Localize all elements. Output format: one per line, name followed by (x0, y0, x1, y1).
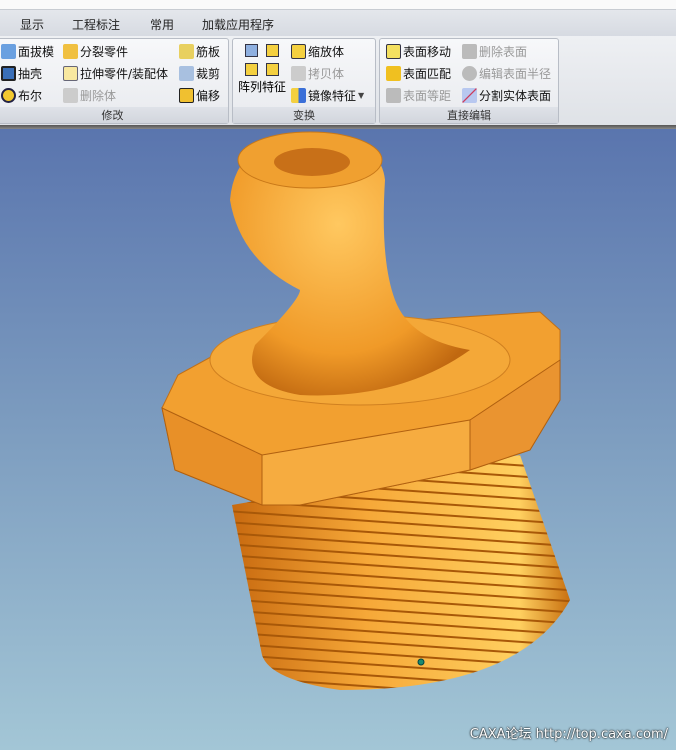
split-face-button[interactable]: 分割实体表面 (462, 85, 551, 105)
split-face-icon (462, 87, 477, 103)
label: 表面等距 (403, 88, 452, 103)
face-offset-button[interactable]: 表面等距 (386, 85, 451, 105)
label: 拉伸零件/装配体 (80, 66, 169, 81)
label: 编辑表面半径 (479, 66, 552, 81)
copy-icon (291, 65, 306, 81)
boolean-icon (1, 87, 16, 103)
3d-viewport[interactable]: CAXA论坛 http://top.caxa.com/ (0, 129, 676, 750)
label: 面拔模 (18, 44, 55, 59)
origin-marker (417, 658, 425, 666)
tab-common[interactable]: 常用 (150, 16, 174, 33)
scale-body-button[interactable]: 缩放体 (291, 41, 344, 61)
trim-button[interactable]: 裁剪 (179, 63, 220, 83)
ribbon: 面拔模 抽壳 布尔 分裂零件 拉伸零件/装配体 删除体 筋板 裁剪 偏移 修改 … (0, 36, 676, 125)
label: 分割实体表面 (479, 88, 552, 103)
group-modify: 面拔模 抽壳 布尔 分裂零件 拉伸零件/装配体 删除体 筋板 裁剪 偏移 修改 (0, 38, 229, 124)
pattern-icon (245, 44, 279, 76)
label: 拷贝体 (308, 66, 345, 81)
group-title: 变换 (233, 107, 375, 123)
label: 表面移动 (403, 44, 452, 59)
shell-button[interactable]: 抽壳 (1, 63, 42, 83)
delete-face-icon (462, 43, 477, 59)
label: 删除体 (80, 88, 117, 103)
watermark: CAXA论坛 http://top.caxa.com/ (469, 727, 668, 742)
delete-body-button[interactable]: 删除体 (63, 85, 116, 105)
title-bar (0, 0, 676, 9)
group-transform: 阵列特征 缩放体 拷贝体 镜像特征 ▼ 变换 (232, 38, 376, 124)
offset-button[interactable]: 偏移 (179, 85, 220, 105)
label: 裁剪 (196, 66, 221, 81)
rib-icon (179, 43, 194, 59)
label: 删除表面 (479, 44, 528, 59)
scale-icon (291, 43, 306, 59)
label: 布尔 (18, 88, 43, 103)
group-direct-edit: 表面移动 表面匹配 表面等距 删除表面 编辑表面半径 分割实体表面 直接编辑 (379, 38, 559, 124)
offset-icon (179, 87, 194, 103)
delete-body-icon (63, 87, 78, 103)
split-icon (63, 43, 78, 59)
delete-face-button[interactable]: 删除表面 (462, 41, 527, 61)
tab-annotation[interactable]: 工程标注 (72, 16, 120, 33)
label: 分裂零件 (80, 44, 129, 59)
extrude-icon (63, 65, 78, 81)
label: 缩放体 (308, 44, 345, 59)
group-title: 直接编辑 (380, 107, 558, 123)
face-match-button[interactable]: 表面匹配 (386, 63, 451, 83)
face-match-icon (386, 65, 401, 81)
label: 抽壳 (18, 66, 43, 81)
draft-icon (1, 43, 16, 59)
rib-button[interactable]: 筋板 (179, 41, 220, 61)
ball-head (230, 131, 470, 396)
copy-body-button[interactable]: 拷贝体 (291, 63, 344, 83)
label: 偏移 (196, 88, 221, 103)
ribbon-tabs: 显示 工程标注 常用 加载应用程序 (0, 9, 676, 37)
label: 阵列特征 (237, 80, 286, 94)
mirror-icon (291, 87, 306, 103)
face-offset-icon (386, 87, 401, 103)
face-move-button[interactable]: 表面移动 (386, 41, 451, 61)
face-draft-button[interactable]: 面拔模 (1, 41, 54, 61)
tab-addins[interactable]: 加载应用程序 (202, 16, 274, 33)
extrude-part-button[interactable]: 拉伸零件/装配体 (63, 63, 168, 83)
pattern-feature-button[interactable]: 阵列特征 (236, 42, 288, 102)
label: 镜像特征 (308, 88, 357, 103)
mirror-feature-button[interactable]: 镜像特征 ▼ (291, 85, 364, 105)
radius-icon (462, 65, 477, 81)
face-move-icon (386, 43, 401, 59)
tab-display[interactable]: 显示 (20, 16, 44, 33)
group-title: 修改 (0, 107, 228, 123)
split-part-button[interactable]: 分裂零件 (63, 41, 128, 61)
shell-icon (1, 65, 16, 81)
label: 表面匹配 (403, 66, 452, 81)
trim-icon (179, 65, 194, 81)
boolean-button[interactable]: 布尔 (1, 85, 42, 105)
edit-face-radius-button[interactable]: 编辑表面半径 (462, 63, 551, 83)
dropdown-arrow-icon[interactable]: ▼ (358, 91, 364, 100)
grease-nipple-model (161, 131, 570, 690)
label: 筋板 (196, 44, 221, 59)
